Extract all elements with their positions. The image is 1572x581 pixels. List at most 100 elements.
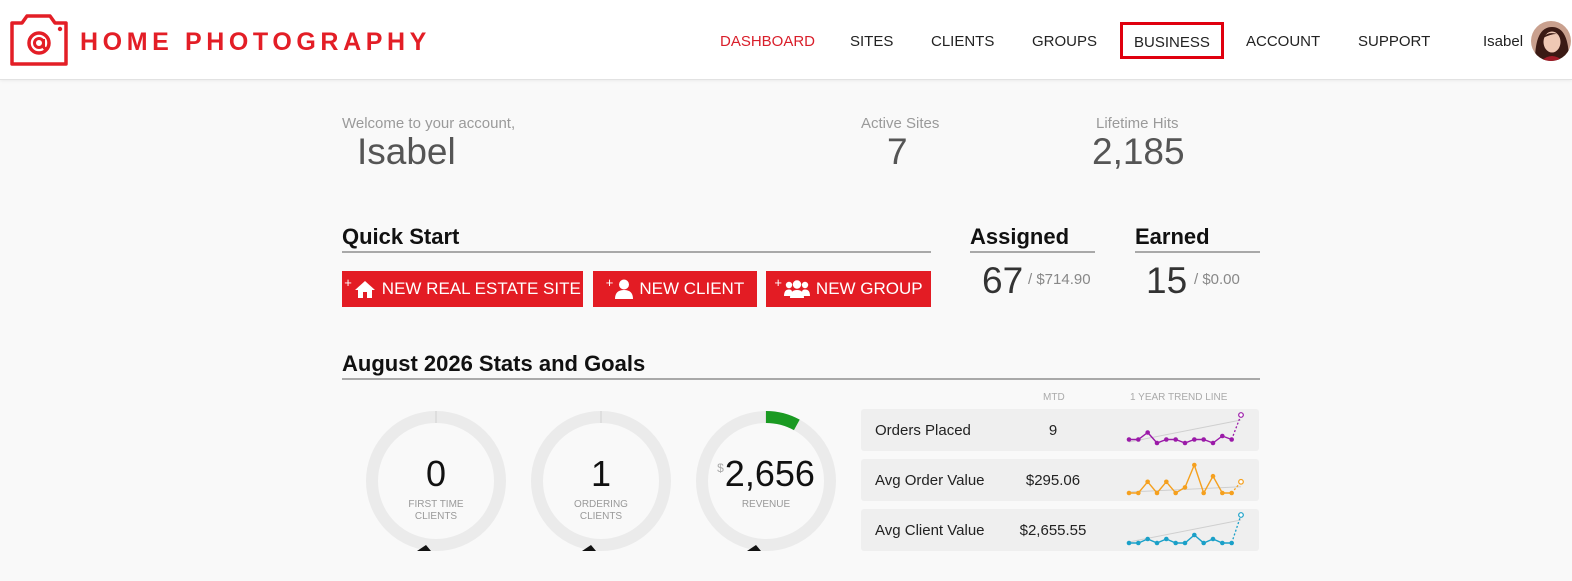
trend-point: [1136, 490, 1141, 496]
avatar-photo-icon: [1531, 21, 1571, 61]
avg-order-value-label: Avg Order Value: [875, 472, 985, 489]
nav-business[interactable]: BUSINESS: [1120, 22, 1224, 59]
person-icon: [615, 279, 634, 299]
nav-dashboard[interactable]: DASHBOARD: [720, 33, 815, 50]
trend-point: [1201, 437, 1206, 442]
trend-point: [1154, 490, 1160, 496]
assigned-title: Assigned: [970, 224, 1070, 249]
trend-point: [1154, 440, 1160, 446]
trend-point: [1229, 437, 1234, 442]
nav-account[interactable]: ACCOUNT: [1246, 33, 1320, 50]
quick-start-title: Quick Start: [342, 224, 460, 249]
trend-point: [1145, 479, 1150, 485]
ordering-clients-gauge: 1 ORDERING CLIENTS: [530, 410, 672, 552]
currency-symbol: $: [717, 461, 724, 475]
revenue-label: REVENUE: [741, 499, 791, 510]
trend-column-header: 1 YEAR TREND LINE: [1130, 392, 1228, 403]
active-sites-count: 7: [887, 131, 908, 172]
new-real-estate-site-label: NEW REAL ESTATE SITE: [381, 279, 581, 298]
first-time-clients-gauge: 0 FIRST TIME CLIENTS: [365, 410, 507, 552]
avatar[interactable]: [1531, 21, 1571, 61]
assigned-divider: [970, 251, 1095, 253]
trend-point: [1126, 437, 1132, 442]
orders-placed-row: Orders Placed 9: [861, 409, 1259, 451]
trend-point: [1192, 532, 1197, 538]
trend-point: [1136, 437, 1141, 442]
camera-at-logo-icon[interactable]: [8, 13, 70, 67]
nav-support[interactable]: SUPPORT: [1358, 33, 1430, 50]
brand-name[interactable]: HOME PHOTOGRAPHY: [80, 28, 431, 57]
trend-point: [1220, 490, 1225, 496]
ordering-clients-value: 1: [590, 453, 612, 494]
trend-point: [1145, 430, 1150, 435]
trend-forecast-segment: [1231, 514, 1242, 544]
plus-icon: +: [774, 274, 782, 290]
new-real-estate-site-button[interactable]: + NEW REAL ESTATE SITE: [342, 271, 583, 307]
trend-current-point: [1238, 412, 1244, 418]
nav-clients[interactable]: CLIENTS: [931, 33, 994, 50]
gauge-progress-arc: [765, 411, 800, 431]
nav-sites[interactable]: SITES: [850, 33, 893, 50]
trend-forecast-segment: [1231, 414, 1242, 440]
trend-point: [1229, 490, 1234, 496]
welcome-user-name: Isabel: [357, 131, 456, 172]
user-menu-name[interactable]: Isabel: [1483, 33, 1523, 50]
trend-point: [1220, 540, 1225, 546]
avg-order-value-row: Avg Order Value $295.06: [861, 459, 1259, 501]
stats-goals-divider: [342, 378, 1260, 380]
trend-point: [1173, 540, 1178, 546]
trend-point: [1173, 437, 1178, 442]
avg-client-value-label: Avg Client Value: [875, 522, 985, 539]
stats-goals-title: August 2026 Stats and Goals: [342, 351, 646, 376]
trend-point: [1173, 490, 1178, 496]
trend-point: [1192, 462, 1197, 468]
trend-point: [1136, 540, 1141, 546]
lifetime-hits-label: Lifetime Hits: [1096, 115, 1179, 132]
trend-point: [1164, 536, 1169, 542]
trend-point: [1182, 485, 1188, 490]
avg-client-value-row: Avg Client Value $2,655.55: [861, 509, 1259, 551]
earned-amount: / $0.00: [1194, 271, 1240, 288]
trend-point: [1201, 490, 1206, 496]
trend-point: [1192, 437, 1197, 442]
house-icon: [354, 280, 375, 298]
revenue-gauge: $2,656 REVENUE: [695, 410, 837, 552]
trend-point: [1145, 536, 1150, 542]
first-time-clients-value: 0: [425, 453, 447, 494]
trend-line: [1129, 463, 1232, 495]
trend-point: [1210, 536, 1216, 542]
plus-icon: +: [605, 274, 614, 290]
avg-client-value-value: $2,655.55: [1019, 522, 1087, 539]
avg-client-value-trend-line: [1126, 512, 1244, 546]
trend-point: [1210, 440, 1216, 446]
new-client-label: NEW CLIENT: [639, 279, 745, 298]
trend-point: [1126, 490, 1132, 496]
mtd-column-header: MTD: [1043, 392, 1065, 403]
orders-placed-trend-line: [1126, 412, 1244, 446]
quick-start-divider: [342, 251, 931, 253]
new-client-button[interactable]: + NEW CLIENT: [593, 271, 757, 307]
trend-point: [1164, 479, 1169, 485]
trend-point: [1201, 540, 1206, 546]
plus-icon: +: [344, 274, 352, 290]
first-time-clients-label: FIRST TIME CLIENTS: [408, 499, 464, 522]
assigned-count: 67: [982, 260, 1024, 301]
revenue-value: $2,656: [717, 453, 815, 494]
avg-order-value-value: $295.06: [1025, 472, 1081, 489]
top-header: HOME PHOTOGRAPHY DASHBOARD SITES CLIENTS…: [0, 0, 1572, 80]
trend-point: [1229, 540, 1234, 546]
trend-current-point: [1238, 478, 1244, 485]
orders-placed-label: Orders Placed: [875, 422, 971, 439]
earned-divider: [1135, 251, 1260, 253]
avg-order-value-trend-line: [1126, 462, 1244, 496]
lifetime-hits-count: 2,185: [1092, 131, 1185, 172]
welcome-label: Welcome to your account,: [342, 115, 516, 132]
nav-groups[interactable]: GROUPS: [1032, 33, 1097, 50]
new-group-label: NEW GROUP: [815, 279, 923, 298]
orders-placed-value: 9: [1048, 422, 1058, 439]
ordering-clients-label: ORDERING CLIENTS: [574, 499, 628, 522]
trend-point: [1154, 540, 1160, 546]
new-group-button[interactable]: + NEW GROUP: [766, 271, 931, 307]
trend-point: [1182, 540, 1188, 546]
active-sites-label: Active Sites: [861, 115, 940, 132]
